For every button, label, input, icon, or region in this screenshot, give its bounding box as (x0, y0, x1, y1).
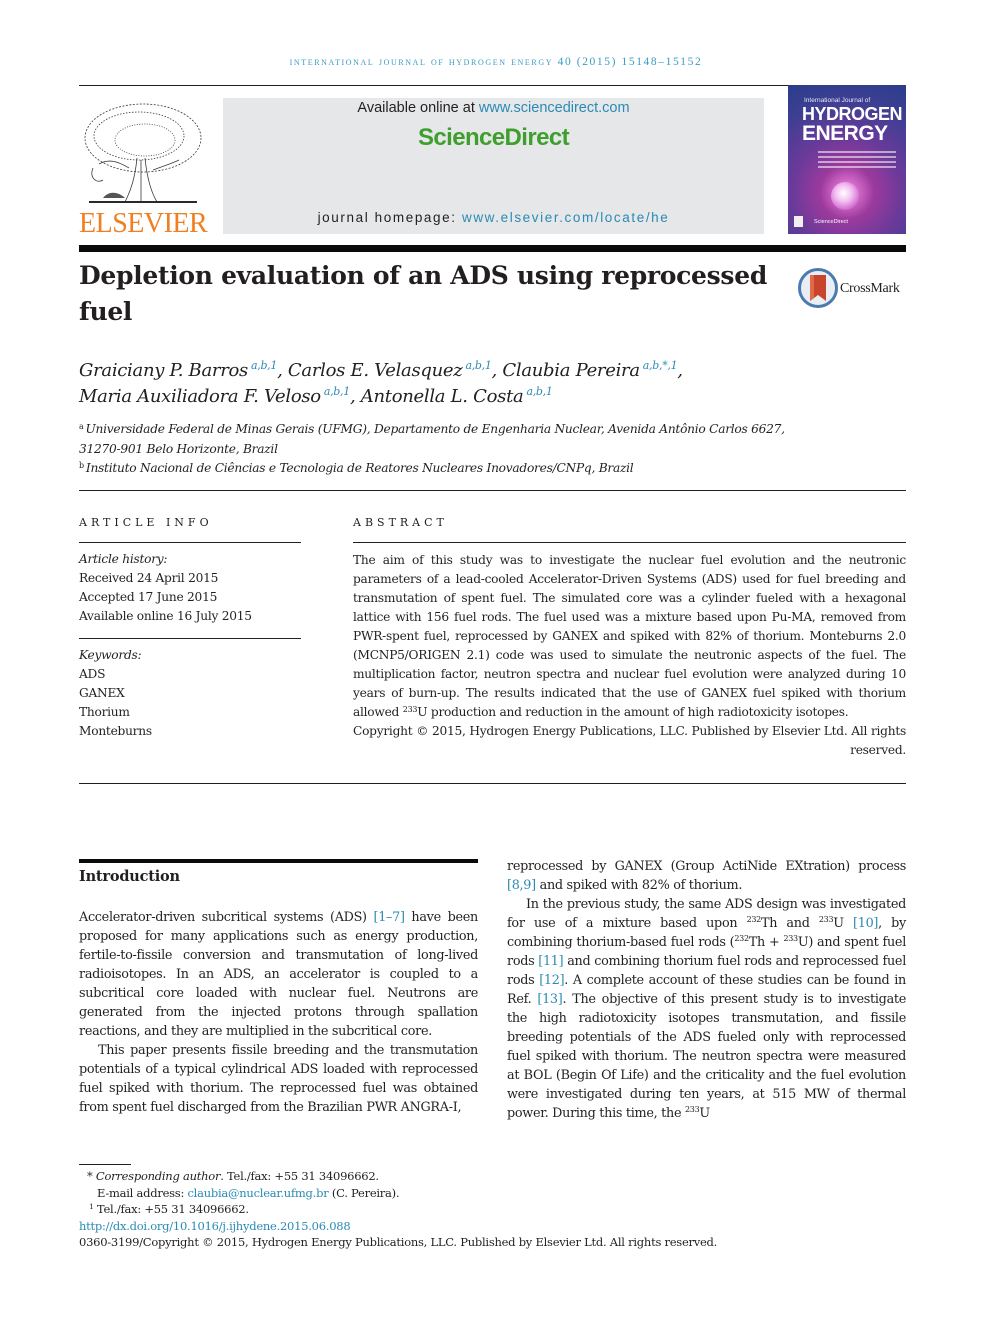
header-rule (79, 85, 906, 86)
introduction-rule (79, 859, 478, 863)
article-title: Depletion evaluation of an ADS using rep… (79, 261, 767, 326)
body-column-right: reprocessed by GANEX (Group ActiNide EXt… (507, 857, 906, 1123)
received-date: Received 24 April 2015 (79, 571, 219, 585)
journal-cover-image: International Journal of HYDROGEN ENERGY… (788, 85, 906, 234)
author-list: Graiciany P. Barros a,b,1, Carlos E. Vela… (79, 359, 683, 407)
cover-title: HYDROGEN ENERGY (802, 104, 903, 145)
author[interactable]: Carlos E. Velasquez a,b,1 (288, 360, 492, 381)
abstract-heading: ABSTRACT (353, 516, 448, 529)
keyword: ADS (79, 667, 106, 681)
affiliations: a Universidade Federal de Minas Gerais (U… (79, 420, 799, 479)
footnote-1: 1 Tel./fax: +55 31 34096662. (89, 1202, 249, 1216)
journal-homepage-label: journal homepage: (317, 210, 462, 225)
available-online-date: Available online 16 July 2015 (79, 609, 252, 623)
available-online-label: Available online at (357, 100, 479, 116)
history-label: Article history: (79, 552, 168, 566)
body-paragraph: reprocessed by GANEX (Group ActiNide EXt… (507, 859, 906, 893)
author[interactable]: Claubia Pereira a,b,*,1 (502, 360, 677, 381)
abstract-rule (353, 542, 906, 543)
abstract-paragraph: The aim of this study was to investigate… (353, 553, 906, 719)
journal-homepage-link[interactable]: www.elsevier.com/locate/he (462, 210, 669, 225)
cover-title-line2: ENERGY (802, 122, 888, 145)
keywords-rule (79, 638, 301, 639)
email-note: E-mail address: claubia@nuclear.ufmg.br … (97, 1185, 400, 1200)
journal-homepage-line: journal homepage: www.elsevier.com/locat… (223, 210, 764, 225)
header-thick-rule (79, 245, 906, 252)
author-affiliation-marks[interactable]: a,b,1 (465, 359, 491, 372)
author-affiliation-marks[interactable]: a,b,1 (251, 359, 277, 372)
introduction-heading: Introduction (79, 868, 180, 885)
doi-line: http://dx.doi.org/10.1016/j.ijhydene.201… (79, 1218, 839, 1235)
article-info-rule (79, 542, 301, 543)
email-link[interactable]: claubia@nuclear.ufmg.br (187, 1186, 328, 1200)
keyword: GANEX (79, 686, 125, 700)
crossmark-icon (798, 268, 838, 308)
sciencedirect-link[interactable]: www.sciencedirect.com (479, 100, 630, 116)
author[interactable]: Maria Auxiliadora F. Veloso a,b,1 (79, 386, 350, 407)
citation-link[interactable]: [8,9] (507, 878, 536, 893)
body-column-left: Accelerator-driven subcritical systems (… (79, 908, 478, 1117)
affiliation-b: b Instituto Nacional de Ciências e Tecnol… (79, 461, 634, 475)
affiliation-a: a Universidade Federal de Minas Gerais (U… (79, 422, 785, 456)
citation-link[interactable]: [10] (853, 916, 878, 931)
cover-subtitle: International Journal of (804, 97, 871, 104)
author[interactable]: Graiciany P. Barros a,b,1 (79, 360, 277, 381)
elsevier-wordmark: ELSEVIER (79, 208, 208, 239)
keyword: Thorium (79, 705, 130, 719)
cover-title-line1: HYDROGEN (802, 104, 903, 124)
footnotes: * Corresponding author. Tel./fax: +55 31… (79, 1168, 839, 1251)
doi-link[interactable]: http://dx.doi.org/10.1016/j.ijhydene.201… (79, 1219, 351, 1233)
author-affiliation-marks[interactable]: a,b,1 (324, 385, 350, 398)
corresponding-author-note: * Corresponding author. Tel./fax: +55 31… (87, 1169, 379, 1183)
sciencedirect-logo: ScienceDirect (418, 124, 570, 151)
accepted-date: Accepted 17 June 2015 (79, 590, 218, 604)
citation-link[interactable]: [13] (537, 992, 562, 1007)
crossmark-button[interactable]: CrossMark (798, 268, 908, 310)
body-paragraph: Accelerator-driven subcritical systems (… (79, 910, 479, 1039)
cover-publisher-icon (794, 216, 803, 227)
keywords-label: Keywords: (79, 648, 142, 662)
cover-orb-graphic (831, 182, 859, 210)
body-paragraph: In the previous study, the same ADS desi… (507, 897, 907, 1121)
cover-sciencedirect: ScienceDirect (814, 219, 848, 225)
abstract-body: The aim of this study was to investigate… (353, 551, 906, 760)
sciencedirect-banner: Available online at www.sciencedirect.co… (223, 98, 764, 234)
keywords: Keywords: ADS GANEX Thorium Monteburns (79, 646, 301, 741)
article-history: Article history: Received 24 April 2015 … (79, 550, 301, 626)
article-info-heading: ARTICLE INFO (79, 516, 213, 529)
crossmark-label: CrossMark (840, 281, 900, 296)
abstract-copyright: Copyright © 2015, Hydrogen Energy Public… (353, 724, 906, 757)
body-paragraph: This paper presents fissile breeding and… (79, 1043, 478, 1115)
affiliations-rule (79, 490, 906, 491)
citation-link[interactable]: [12] (539, 973, 564, 988)
author[interactable]: Antonella L. Costa a,b,1 (361, 386, 553, 407)
issn-copyright: 0360-3199/Copyright © 2015, Hydrogen Ene… (79, 1235, 718, 1249)
citation-link[interactable]: [1–7] (374, 910, 405, 925)
keyword: Monteburns (79, 724, 152, 738)
author-affiliation-marks[interactable]: a,b,*,1 (643, 359, 678, 372)
running-head: INTERNATIONAL JOURNAL OF HYDROGEN ENERGY… (289, 56, 703, 68)
cover-editor-lines (818, 151, 896, 171)
footnote-rule (79, 1164, 131, 1165)
abstract-bottom-rule (79, 783, 906, 784)
available-online-line: Available online at www.sciencedirect.co… (223, 100, 764, 116)
author-affiliation-marks[interactable]: a,b,1 (526, 385, 552, 398)
citation-link[interactable]: [11] (538, 954, 563, 969)
